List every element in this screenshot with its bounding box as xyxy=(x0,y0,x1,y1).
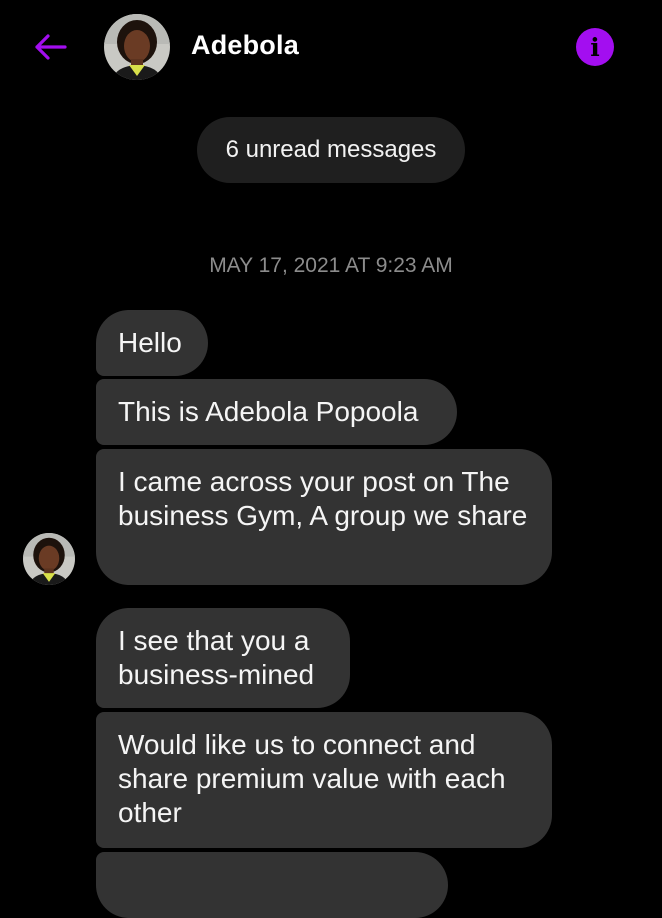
contact-name[interactable]: Adebola xyxy=(191,30,299,61)
message-bubble[interactable]: Would like us to connect and share premi… xyxy=(96,712,552,848)
unread-messages-pill[interactable]: 6 unread messages xyxy=(197,117,465,183)
arrow-left-icon xyxy=(35,34,67,60)
info-button[interactable]: i xyxy=(576,28,614,66)
info-icon: i xyxy=(590,32,600,62)
message-bubble[interactable]: I came across your post on The business … xyxy=(96,449,552,585)
message-bubble[interactable]: Hello xyxy=(96,310,208,376)
message-timestamp: MAY 17, 2021 AT 9:23 AM xyxy=(209,254,453,277)
message-bubble[interactable]: This is Adebola Popoola xyxy=(96,379,457,445)
contact-avatar[interactable] xyxy=(104,14,170,80)
message-bubble-partial[interactable] xyxy=(96,852,448,918)
message-bubble[interactable]: I see that you a business-mined xyxy=(96,608,350,708)
sender-avatar[interactable] xyxy=(23,533,75,585)
back-button[interactable] xyxy=(30,29,70,65)
